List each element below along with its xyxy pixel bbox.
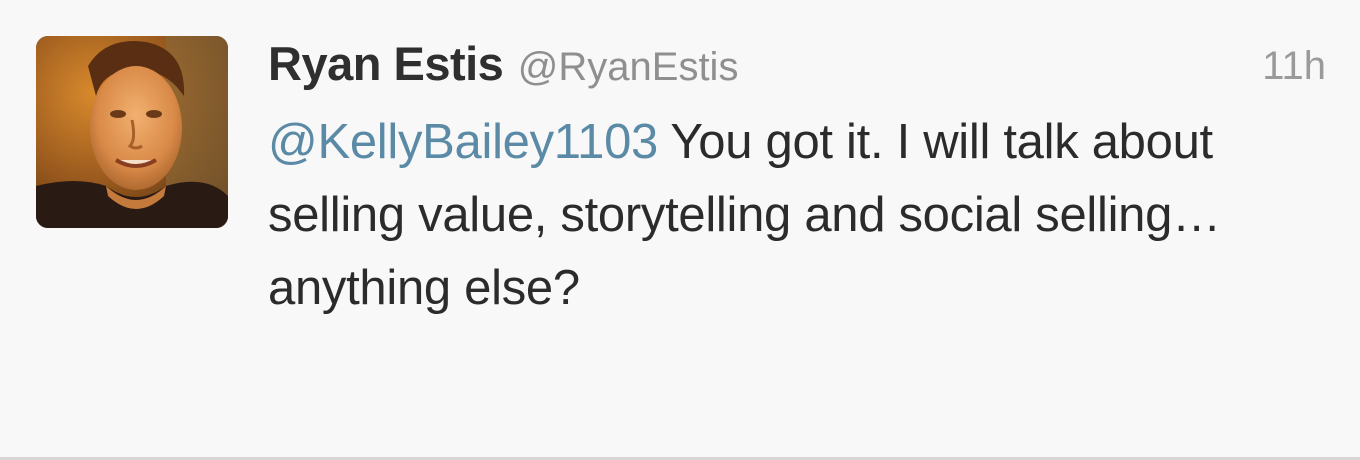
tweet-item[interactable]: Ryan Estis @RyanEstis 11h @KellyBailey11…	[0, 0, 1360, 460]
tweet-text: @KellyBailey1103 You got it. I will talk…	[268, 106, 1338, 325]
author-handle[interactable]: @RyanEstis	[518, 45, 739, 89]
tweet-content: Ryan Estis @RyanEstis 11h @KellyBailey11…	[268, 36, 1326, 325]
timestamp[interactable]: 11h	[1262, 44, 1326, 89]
profile-photo-icon	[36, 36, 228, 228]
avatar[interactable]	[36, 36, 228, 228]
mention-link[interactable]: @KellyBailey1103	[268, 115, 658, 169]
author-name[interactable]: Ryan Estis	[268, 37, 504, 90]
tweet-header: Ryan Estis @RyanEstis 11h	[268, 36, 1326, 102]
